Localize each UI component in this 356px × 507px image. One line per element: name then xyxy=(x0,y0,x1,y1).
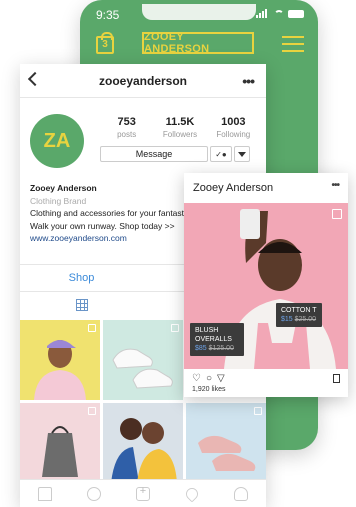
wifi-icon xyxy=(274,9,284,18)
sneakers-illustration xyxy=(112,348,173,389)
tag-cotton-old-price: $25.00 xyxy=(294,316,317,323)
person-illustration xyxy=(34,340,86,400)
person-check-icon: ✓● xyxy=(215,149,227,159)
bag-count: 3 xyxy=(102,39,108,50)
stat-following[interactable]: 1003 Following xyxy=(207,116,260,139)
tab-grid[interactable] xyxy=(20,299,143,311)
phone-notch xyxy=(142,4,256,20)
heart-icon[interactable] xyxy=(183,485,201,502)
brand-logo[interactable]: ZOOEY ANDERSON xyxy=(142,31,254,55)
share-icon[interactable]: ▽ xyxy=(217,373,225,384)
status-icons xyxy=(256,9,304,18)
tag-cotton-price: $15 xyxy=(281,316,293,323)
product-tag-cotton-t[interactable]: COTTON T $15 $25.00 xyxy=(276,303,322,327)
post-action-icons: ♡ ○ ▽ xyxy=(192,373,225,384)
shopping-bag-icon[interactable] xyxy=(332,209,342,219)
stat-following-value: 1003 xyxy=(221,116,246,128)
shop-button[interactable]: Shop xyxy=(20,272,143,284)
post-more-icon[interactable]: ••• xyxy=(331,180,339,191)
tag-blush-name: BLUSH OVERALLS xyxy=(195,327,232,343)
stage: 9:35 3 ZOOEY ANDERSON zooeyanderson ••• … xyxy=(0,0,356,507)
more-options-icon[interactable]: ••• xyxy=(242,73,255,89)
shop-badge-icon xyxy=(254,407,262,415)
stat-following-label: Following xyxy=(216,130,251,139)
status-time: 9:35 xyxy=(96,8,120,22)
bookmark-icon[interactable] xyxy=(333,374,340,383)
post-likes-count: 1,920 likes xyxy=(192,386,226,393)
product-tag-blush-overalls[interactable]: BLUSH OVERALLS $85 $125.00 xyxy=(190,323,244,356)
tag-blush-old-price: $125.00 xyxy=(208,345,234,352)
suggestions-dropdown-button[interactable] xyxy=(234,146,250,162)
pink-shoes-illustration xyxy=(198,435,256,471)
stat-followers-label: Followers xyxy=(162,130,198,139)
post-header: Zooey Anderson ••• xyxy=(184,173,348,203)
shop-badge-icon xyxy=(88,324,96,332)
signal-icon xyxy=(256,9,270,18)
shop-badge-icon xyxy=(171,324,179,332)
grid-photo-pink-shoes[interactable] xyxy=(186,403,266,483)
battery-icon xyxy=(288,9,304,18)
grid-photo-cap-man[interactable] xyxy=(20,320,100,400)
grid-photo-couple[interactable] xyxy=(103,403,183,483)
stat-posts-value: 753 xyxy=(117,116,136,128)
grid-icon xyxy=(75,299,88,311)
shop-badge-icon xyxy=(88,407,96,415)
couple-illustration xyxy=(103,403,183,483)
grid-photo-backpack[interactable] xyxy=(20,403,100,483)
home-icon[interactable] xyxy=(37,486,52,501)
backpack-illustration xyxy=(42,426,78,477)
stat-followers[interactable]: 11.5K Followers xyxy=(153,116,206,139)
bottom-navigation xyxy=(20,479,266,507)
profile-icon[interactable] xyxy=(234,486,249,501)
profile-username: zooeyanderson xyxy=(98,74,188,88)
profile-stats: 753 posts 11.5K Followers 1003 Following xyxy=(100,116,260,139)
tag-cotton-name: COTTON T xyxy=(281,307,317,314)
shoppable-post-card: Zooey Anderson ••• COTTON T $15 $25.00 B… xyxy=(184,173,348,397)
message-button[interactable]: Message xyxy=(100,146,208,162)
grid-photo-sneakers[interactable] xyxy=(103,320,183,400)
add-post-icon[interactable] xyxy=(135,485,150,501)
profile-actions: Message ✓● xyxy=(100,146,250,162)
stat-followers-value: 11.5K xyxy=(165,116,195,128)
following-button[interactable]: ✓● xyxy=(210,146,232,162)
comment-icon[interactable]: ○ xyxy=(206,373,212,384)
menu-icon[interactable] xyxy=(282,36,304,52)
search-icon[interactable] xyxy=(86,486,101,501)
post-account-name[interactable]: Zooey Anderson xyxy=(193,182,273,194)
post-photo[interactable]: COTTON T $15 $25.00 BLUSH OVERALLS $85 $… xyxy=(184,203,348,369)
stat-posts-label: posts xyxy=(117,130,137,139)
tag-blush-price: $85 xyxy=(195,345,207,352)
profile-header: zooeyanderson ••• xyxy=(20,64,266,98)
stat-posts[interactable]: 753 posts xyxy=(100,116,153,139)
avatar[interactable]: ZA xyxy=(30,114,84,168)
shopping-bag-icon[interactable]: 3 xyxy=(96,32,114,54)
like-heart-icon[interactable]: ♡ xyxy=(192,373,201,384)
